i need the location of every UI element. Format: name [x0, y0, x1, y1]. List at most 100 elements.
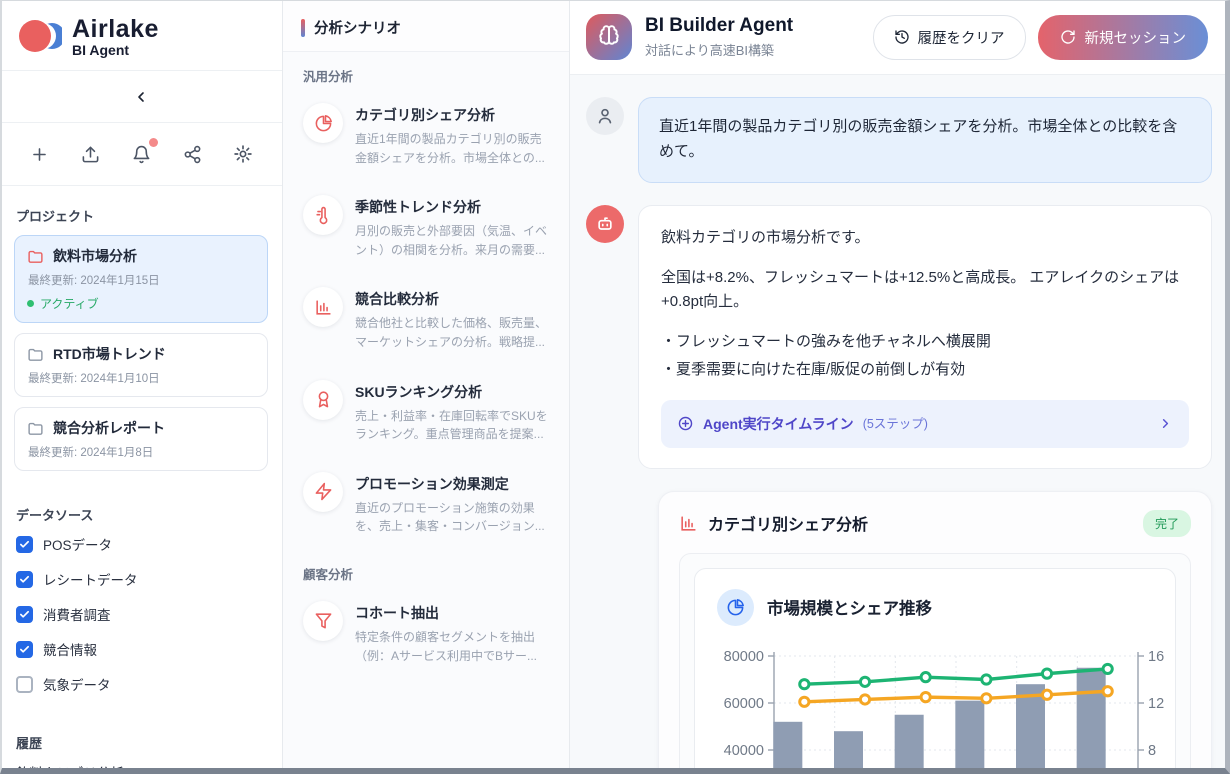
svg-text:60000: 60000 — [724, 696, 764, 712]
datasource-label: レシートデータ — [43, 573, 138, 588]
datasource-label: POSデータ — [43, 538, 113, 553]
status-badge: 完了 — [1142, 509, 1191, 537]
project-name: 競合分析レポート — [53, 420, 165, 436]
clear-history-button[interactable]: 履歴をクリア — [872, 14, 1026, 60]
user-avatar — [586, 97, 624, 135]
scenario-title: コホート抽出 — [355, 604, 439, 621]
history-clock-icon — [894, 30, 909, 44]
pie-chart-icon — [727, 598, 744, 616]
scenario-competitor-compare[interactable]: 競合比較分析 競合他社と比較した価格、販売量、マーケットシェアの分析。戦略提..… — [283, 273, 569, 365]
datasource-consumer-survey[interactable]: 消費者調査 — [16, 604, 266, 624]
history-section: 履歴 飲料カテゴリ分析 25分前 — [0, 713, 282, 774]
bell-icon — [133, 145, 149, 163]
project-card-rtd-trend[interactable]: RTD市場トレンド 最終更新: 2024年1月10日 — [14, 333, 268, 397]
scenario-title: プロモーション効果測定 — [355, 475, 509, 492]
settings-button[interactable] — [230, 141, 256, 167]
history-item[interactable]: 飲料カテゴリ分析 25分前 — [16, 762, 266, 774]
scenario-title: SKUランキング分析 — [355, 383, 483, 400]
scenario-promotion-effect[interactable]: プロモーション効果測定 直近のプロモーション施策の効果を、売上・集客・コンバージ… — [283, 458, 569, 550]
checkbox[interactable] — [16, 605, 33, 623]
svg-text:12: 12 — [1148, 696, 1164, 712]
scenario-seasonal-trend[interactable]: 季節性トレンド分析 月別の販売と外部要因（気温、イベント）の相関を分析。来月の需… — [283, 181, 569, 273]
datasources-section: データソース POSデータ レシートデータ 消費者調査 競合情報 気象データ — [0, 485, 282, 713]
timeline-label: Agent実行タイムライン — [703, 415, 854, 432]
scenario-desc: 売上・利益率・在庫回転率でSKUをランキング。重点管理商品を提案... — [355, 408, 548, 442]
plus-icon — [32, 147, 46, 161]
datasource-pos[interactable]: POSデータ — [16, 534, 266, 554]
pie-chart-icon — [315, 114, 332, 131]
project-name: 飲料市場分析 — [53, 248, 137, 264]
project-card-beverage-market[interactable]: 飲料市場分析 最終更新: 2024年1月15日 アクティブ — [14, 235, 268, 323]
user-message-row: 直近1年間の製品カテゴリ別の販売金額シェアを分析。市場全体との比較を含めて。 — [586, 97, 1212, 183]
logo-title: Airlake — [72, 14, 159, 43]
project-updated: 最終更新: 2024年1月10日 — [28, 373, 160, 385]
scenario-desc: 競合他社と比較した価格、販売量、マーケットシェアの分析。戦略提... — [355, 316, 548, 349]
datasource-label: 消費者調査 — [43, 608, 111, 623]
agent-brand-avatar — [586, 14, 632, 60]
agent-message-bubble: 飲料カテゴリの市場分析です。 全国は+8.2%、フレッシュマートは+12.5%と… — [638, 204, 1212, 469]
agent-timeline-row[interactable]: Agent実行タイムライン (5ステップ) — [661, 399, 1189, 448]
datasource-competitor-info[interactable]: 競合情報 — [16, 639, 266, 659]
check-icon — [20, 575, 29, 583]
datasources-label: データソース — [16, 508, 94, 523]
scenario-title: 季節性トレンド分析 — [355, 199, 481, 216]
sidebar-collapse-button[interactable] — [0, 71, 282, 123]
scenario-cohort-extract[interactable]: コホート抽出 特定条件の顧客セグメントを抽出（例：Aサービス利用中でBサー... — [283, 587, 569, 679]
projects-label: プロジェクト — [16, 209, 95, 224]
scenario-title: カテゴリ別シェア分析 — [355, 107, 495, 123]
chart-title: 市場規模とシェア推移 — [767, 600, 932, 619]
person-icon — [598, 108, 612, 124]
chevron-right-icon — [1158, 416, 1173, 431]
check-icon — [20, 645, 29, 653]
project-name: RTD市場トレンド — [53, 346, 166, 362]
notifications-button[interactable] — [128, 138, 158, 167]
new-item-button[interactable] — [26, 141, 52, 167]
project-updated: 最終更新: 2024年1月8日 — [28, 447, 154, 459]
new-session-label: 新規セッション — [1084, 30, 1187, 47]
upload-icon — [82, 146, 98, 162]
datasource-receipt[interactable]: レシートデータ — [16, 569, 266, 589]
sidebar: Airlake BI Agent プロジェクト 飲料市場分析 最終更新: 202… — [0, 0, 283, 774]
agent-title: BI Builder Agent — [645, 15, 794, 36]
accent-bar — [301, 18, 305, 37]
scenario-group-customer: 顧客分析 — [303, 567, 354, 582]
upload-button[interactable] — [77, 141, 103, 167]
gear-icon — [234, 145, 252, 163]
project-updated: 最終更新: 2024年1月15日 — [28, 275, 160, 287]
scenario-category-share[interactable]: カテゴリ別シェア分析 直近1年間の製品カテゴリ別の販売金額シェアを分析。市場全体… — [283, 89, 569, 181]
chat-panel: BI Builder Agent 対話により高速BI構築 履歴をクリア 新規セッ… — [570, 0, 1230, 774]
checkbox[interactable] — [16, 640, 33, 658]
timeline-steps: (5ステップ) — [862, 416, 928, 431]
chart-card: 市場規模とシェア推移 20000400006000080000481216 — [694, 567, 1176, 774]
agent-subtitle: 対話により高速BI構築 — [645, 43, 775, 58]
history-label: 履歴 — [16, 736, 43, 751]
new-session-button[interactable]: 新規セッション — [1037, 14, 1208, 60]
app-logo: Airlake BI Agent — [0, 0, 282, 71]
project-card-competitor-report[interactable]: 競合分析レポート 最終更新: 2024年1月8日 — [14, 407, 268, 471]
scenario-desc: 直近のプロモーション施策の効果を、売上・集客・コンバージョン... — [355, 500, 545, 534]
scenario-sku-ranking[interactable]: SKUランキング分析 売上・利益率・在庫回転率でSKUをランキング。重点管理商品… — [283, 366, 569, 458]
agent-avatar — [586, 204, 624, 243]
sidebar-toolbar — [0, 123, 282, 186]
scenario-group-general: 汎用分析 — [303, 70, 354, 84]
projects-section: プロジェクト 飲料市場分析 最終更新: 2024年1月15日 アクティブ RTD… — [0, 186, 282, 485]
pie-chart-badge — [717, 588, 754, 626]
scenario-desc: 特定条件の顧客セグメントを抽出（例：Aサービス利用中でBサー... — [355, 629, 538, 663]
scenario-title: 競合比較分析 — [355, 291, 439, 308]
clear-history-label: 履歴をクリア — [917, 30, 1005, 47]
logo-subtitle: BI Agent — [72, 41, 130, 58]
refresh-icon — [1060, 30, 1075, 44]
checkbox[interactable] — [16, 675, 33, 693]
scenario-desc: 月別の販売と外部要因（気温、イベント）の相関を分析。来月の需要... — [355, 224, 548, 257]
agent-paragraph: 飲料カテゴリの市場分析です。 — [661, 228, 870, 246]
history-item-title: 飲料カテゴリ分析 — [16, 766, 124, 774]
agent-bullet: ・夏季需要に向けた在庫/販促の前倒しが有効 — [661, 360, 966, 378]
dual-axis-chart[interactable]: 20000400006000080000481216 — [717, 642, 1164, 774]
airlake-logo-icon — [19, 20, 62, 52]
datasource-weather[interactable]: 気象データ — [16, 674, 266, 694]
checkbox[interactable] — [16, 535, 33, 553]
chat-header: BI Builder Agent 対話により高速BI構築 履歴をクリア 新規セッ… — [570, 0, 1230, 75]
share-button[interactable] — [179, 141, 205, 167]
folder-icon — [28, 250, 43, 263]
checkbox[interactable] — [16, 570, 33, 588]
